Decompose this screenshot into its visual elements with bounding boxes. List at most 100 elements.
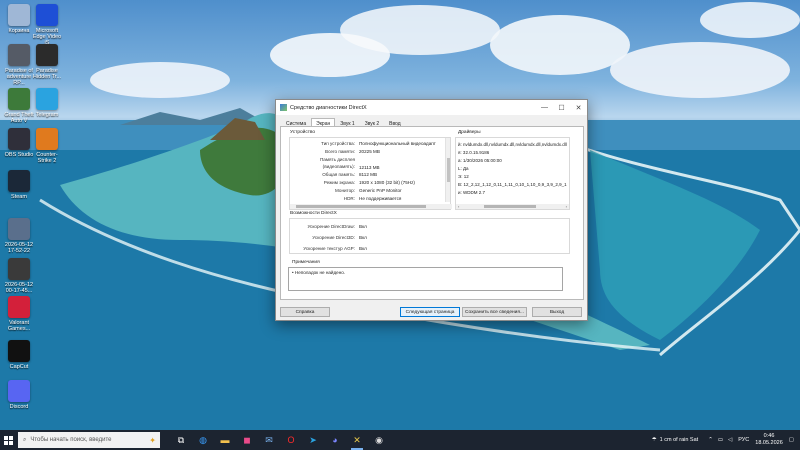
maximize-button[interactable]: ☐ [553, 104, 570, 112]
game-icon [36, 44, 58, 66]
desktop-icon-capcut[interactable]: CapCut [2, 340, 36, 370]
desktop-icon-cs2[interactable]: Counter-Strike 2 [30, 128, 64, 164]
desktop-icon-label: 2026-05-12 00-17-45... [4, 282, 34, 294]
taskbar-file-explorer-icon[interactable]: ▬ [214, 430, 236, 450]
driver-row-ddi: Э: 12 [458, 174, 469, 179]
video-file-icon [8, 218, 30, 240]
desktop-icon-telegram[interactable]: Telegram [30, 88, 64, 118]
taskbar-obs-icon[interactable]: ◉ [368, 430, 390, 450]
desktop-icon-game[interactable]: Paradise Hidden Tr... [30, 44, 64, 80]
taskbar-mail-icon[interactable]: ✉ [258, 430, 280, 450]
next-page-button[interactable]: Следующая страница [400, 307, 460, 317]
features-list: Ускорение DirectDraw: Вкл Ускорение Direc… [290, 221, 367, 254]
volume-icon[interactable]: ◁ [728, 437, 732, 443]
valorant-icon [8, 296, 30, 318]
taskbar-store-icon[interactable]: ◼ [236, 430, 258, 450]
search-placeholder: Чтобы начать поиск, введите [30, 437, 112, 443]
taskbar-task-view-icon[interactable]: ⧉ [170, 430, 192, 450]
windows-logo-icon [3, 435, 13, 445]
exit-button[interactable]: Выход [532, 307, 582, 317]
desktop-icon-steam[interactable]: Steam [2, 170, 36, 200]
desktop-icon-video-file[interactable]: 2026-05-12 17-52-22 [2, 218, 36, 254]
device-horizontal-scrollbar[interactable] [290, 204, 452, 209]
desktop-icon-discord[interactable]: Discord [2, 380, 36, 410]
obs-icon [8, 128, 30, 150]
discord-icon [8, 380, 30, 402]
device-row-display-mode: Режим экрана: 1920 x 1080 (32 bit) (75Hz) [323, 179, 415, 185]
desktop-icon-label: Telegram [35, 112, 59, 118]
taskbar-dxdiag-icon[interactable]: ✕ [346, 430, 368, 450]
driver-row-files: й: nvldumdx.dll,nvldumdx.dll,nvldumdx.dl… [458, 142, 567, 147]
device-group-title: Устройство [289, 130, 317, 135]
help-button[interactable]: Справка [280, 307, 330, 317]
clock-time: 0:46 [763, 433, 775, 439]
notifications-icon[interactable]: ▢ [789, 437, 794, 443]
driver-row-feature-levels: В: 12_2,12_1,12_0,11_1,11_0,10_1,10_0,9_… [458, 182, 567, 187]
video-file-icon [8, 258, 30, 280]
copilot-sparkle-icon[interactable]: ✦ [149, 436, 156, 445]
network-icon[interactable]: ▭ [718, 437, 723, 443]
device-row-display-memory: Память дисплея (видеопамять): 12113 MB [319, 156, 380, 170]
close-button[interactable]: ✕ [570, 104, 587, 112]
drivers-info-list: й: nvldumdx.dll,nvldumdx.dll,nvldumdx.dl… [458, 141, 569, 203]
clock-date: 18.05.2026 [755, 440, 783, 446]
drivers-hscroll-thumb[interactable] [484, 205, 536, 208]
driver-row-whql: L: Да [458, 166, 469, 171]
notes-group-title: Примечания [291, 260, 321, 265]
device-hscroll-thumb[interactable] [296, 205, 426, 208]
driver-row-date: а: 1/30/2026 05:00:00 [458, 158, 502, 163]
drivers-horizontal-scrollbar[interactable]: ‹ › [456, 204, 569, 209]
steam-icon [8, 170, 30, 192]
desktop-icon-video-file[interactable]: 2026-05-12 00-17-45... [2, 258, 36, 294]
save-all-info-button[interactable]: Сохранить все сведения... [462, 307, 527, 317]
taskbar-discord-icon[interactable]: ◕ [324, 430, 346, 450]
device-row-type: Тип устройства: Полнофункциональный видео… [321, 141, 436, 146]
drivers-group: й: nvldumdx.dll,nvldumdx.dll,nvldumdx.dl… [455, 137, 570, 210]
gta-icon [8, 88, 30, 110]
device-scroll-thumb[interactable] [447, 158, 450, 182]
system-tray: ☂ 1 cm of rain Sat ⌃ ▭ ◁ РУС 0:46 18.05.… [652, 433, 800, 447]
device-row-monitor: Монитор: Generic PnP Monitor [335, 187, 402, 193]
notes-box[interactable]: • Неполадок не найдено. [288, 267, 563, 291]
desktop-icon-label: Counter-Strike 2 [36, 152, 58, 164]
dxdiag-app-icon [280, 104, 287, 111]
weather-text[interactable]: 1 cm of rain Sat [660, 437, 699, 443]
notes-item: • Неполадок не найдено. [292, 270, 346, 275]
desktop-icon-label: 2026-05-12 17-52-22 [4, 242, 34, 254]
search-icon: ⌕ [23, 436, 27, 443]
clock[interactable]: 0:46 18.05.2026 [755, 433, 783, 447]
device-group: Тип устройства: Полнофункциональный видео… [289, 137, 452, 210]
desktop-icon-label: Valorant Games... [7, 320, 31, 332]
feature-row-direct3d: Ускорение Direct3D: Вкл [312, 235, 367, 240]
window-titlebar[interactable]: Средство диагностики DirectX — ☐ ✕ [276, 100, 587, 115]
edge-icon [36, 4, 58, 26]
weather-icon[interactable]: ☂ [652, 437, 657, 443]
scroll-left-arrow-icon[interactable]: ‹ [458, 204, 459, 209]
language-indicator[interactable]: РУС [738, 437, 749, 443]
taskbar: ⌕ Чтобы начать поиск, введите ✦ ⧉ ◍ ▬ ◼ ✉ O ➤ ◕… [0, 430, 800, 450]
taskbar-search-box[interactable]: ⌕ Чтобы начать поиск, введите ✦ [18, 432, 160, 448]
device-row-hdr: HDR: Не поддерживается [343, 195, 402, 201]
tray-overflow-icon[interactable]: ⌃ [708, 437, 713, 443]
start-button[interactable] [0, 430, 16, 450]
desktop-icon-label: Discord [9, 404, 29, 410]
drivers-group-title: Драйверы [457, 130, 482, 135]
device-row-shared-memory: Общая память: 8112 MB [322, 172, 378, 178]
cs2-icon [36, 128, 58, 150]
device-vertical-scrollbar[interactable] [445, 138, 450, 202]
features-group: Ускорение DirectDraw: Вкл Ускорение Direc… [289, 218, 570, 254]
feature-row-directdraw: Ускорение DirectDraw: Вкл [307, 224, 367, 229]
telegram-icon [36, 88, 58, 110]
features-group-title: Возможности DirectX [289, 211, 338, 216]
capcut-icon [8, 340, 30, 362]
desktop-icon-edge[interactable]: Microsoft Edge Video iS [30, 4, 64, 46]
taskbar-opera-icon[interactable]: O [280, 430, 302, 450]
device-row-total-memory: Всего памяти: 20225 MB [325, 148, 380, 154]
taskbar-edge-icon[interactable]: ◍ [192, 430, 214, 450]
desktop-icon-valorant[interactable]: Valorant Games... [2, 296, 36, 332]
minimize-button[interactable]: — [536, 104, 553, 111]
desktop-icon-label: CapCut [9, 364, 29, 370]
scroll-right-arrow-icon[interactable]: › [566, 204, 567, 209]
taskbar-telegram-icon[interactable]: ➤ [302, 430, 324, 450]
taskbar-pinned-apps: ⧉ ◍ ▬ ◼ ✉ O ➤ ◕ ✕ ◉ [170, 430, 390, 450]
